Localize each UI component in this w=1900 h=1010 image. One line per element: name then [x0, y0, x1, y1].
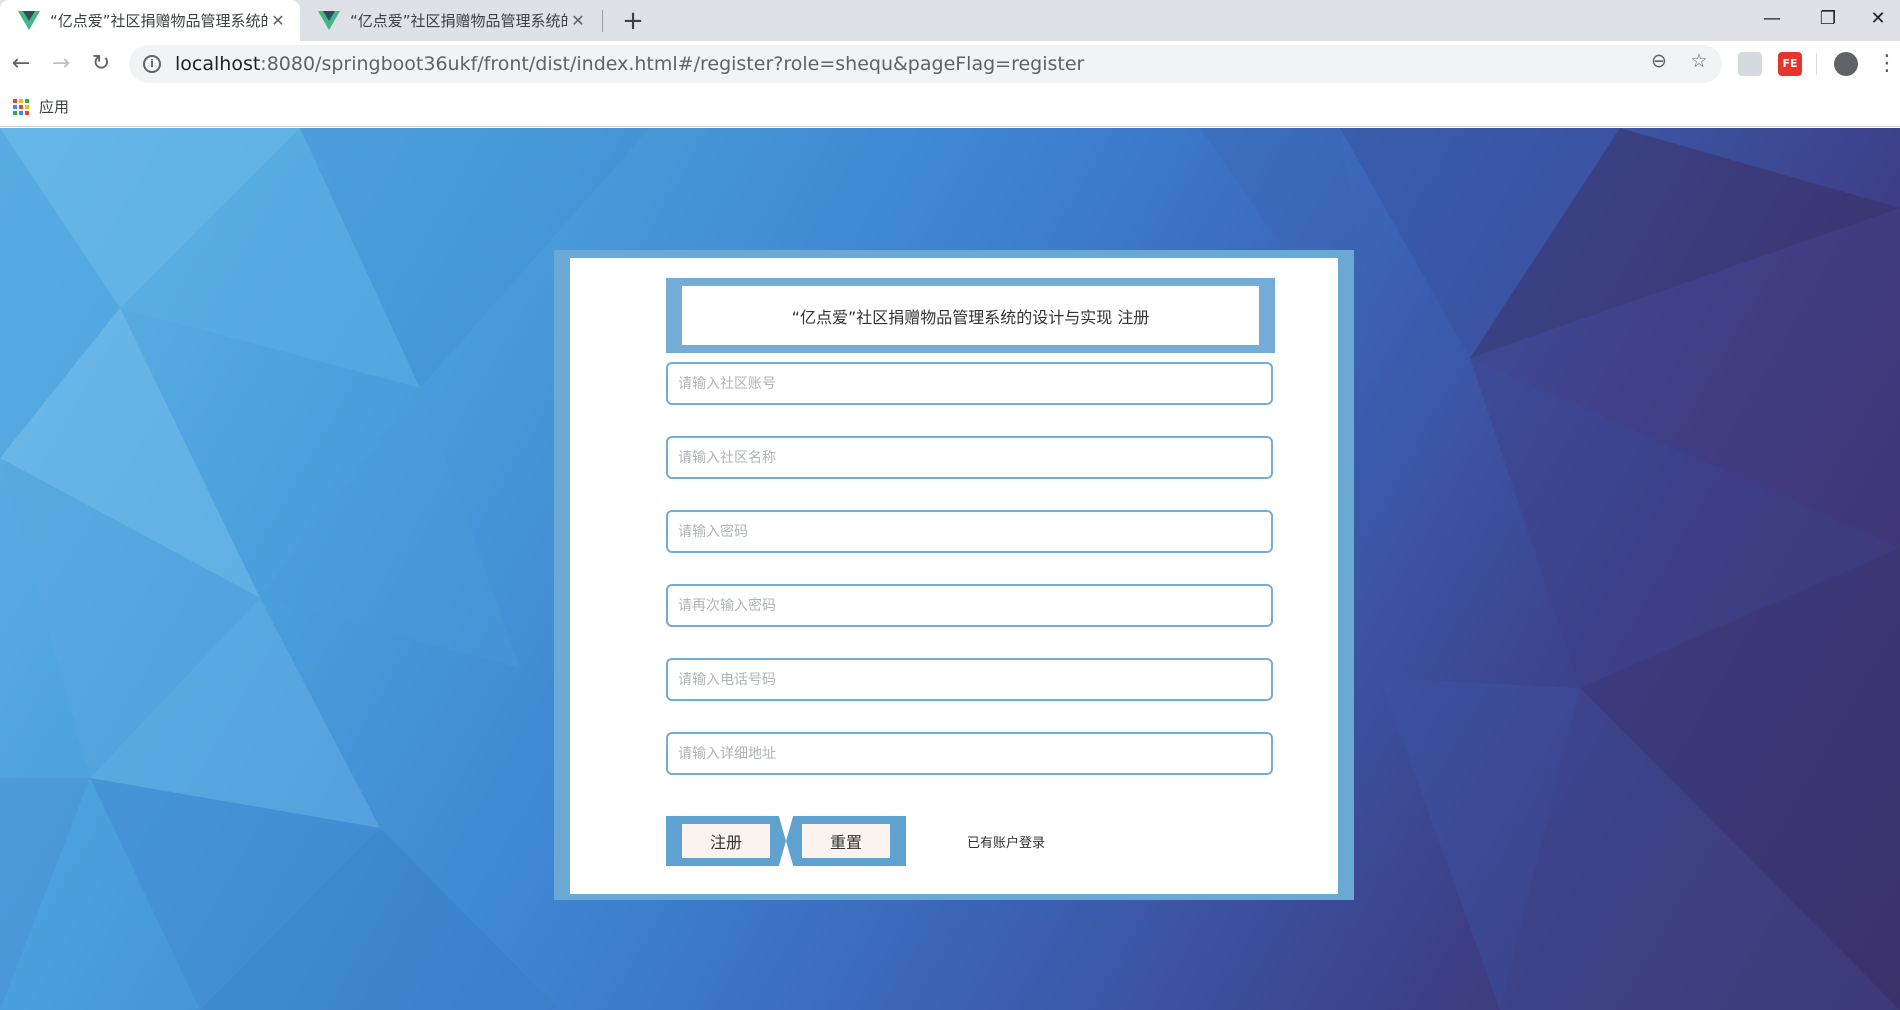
profile-avatar-icon[interactable]: [1834, 52, 1858, 76]
tab-title: “亿点爱”社区捐赠物品管理系统的: [50, 12, 268, 30]
window-close-icon[interactable]: ✕: [1856, 0, 1900, 41]
reset-button-label: 重置: [829, 833, 862, 852]
register-button[interactable]: 注册: [666, 816, 786, 866]
vue-logo-icon: [318, 10, 340, 30]
minimize-icon[interactable]: —: [1744, 0, 1800, 41]
tab-close-icon[interactable]: ✕: [268, 11, 288, 30]
apps-grid-icon: [13, 98, 29, 115]
register-card-body: “亿点爱”社区捐赠物品管理系统的设计与实现 注册 注册 重置 已有账户登录: [570, 258, 1338, 894]
browser-tab[interactable]: “亿点爱”社区捐赠物品管理系统的 ✕: [300, 0, 600, 41]
site-info-icon[interactable]: i: [143, 55, 161, 73]
address-input[interactable]: [666, 732, 1273, 775]
back-arrow-icon[interactable]: ←: [4, 47, 38, 81]
vue-logo-icon: [18, 10, 40, 30]
extension-icon[interactable]: [1738, 52, 1762, 76]
new-tab-icon[interactable]: +: [616, 4, 650, 38]
register-title: “亿点爱”社区捐赠物品管理系统的设计与实现 注册: [791, 307, 1150, 327]
browser-tab-strip: “亿点爱”社区捐赠物品管理系统的 ✕ “亿点爱”社区捐赠物品管理系统的 ✕ + …: [0, 0, 1900, 41]
browser-toolbar: ← → ↻ i localhost:8080/springboot36ukf/f…: [0, 41, 1900, 87]
register-button-label: 注册: [709, 833, 742, 852]
account-input[interactable]: [666, 362, 1273, 405]
url-text: localhost:8080/springboot36ukf/front/dis…: [175, 53, 1085, 75]
register-title-frame: “亿点爱”社区捐赠物品管理系统的设计与实现 注册: [666, 278, 1275, 353]
bookmarks-bar: 应用: [0, 87, 1900, 127]
tab-close-icon[interactable]: ✕: [568, 11, 588, 30]
community-name-input[interactable]: [666, 436, 1273, 479]
apps-label: 应用: [39, 98, 70, 116]
register-card: “亿点爱”社区捐赠物品管理系统的设计与实现 注册 注册 重置 已有账户登录: [554, 250, 1354, 900]
password-input[interactable]: [666, 510, 1273, 553]
apps-shortcut[interactable]: 应用: [13, 96, 69, 117]
login-link[interactable]: 已有账户登录: [967, 832, 1045, 851]
reload-icon[interactable]: ↻: [84, 47, 118, 81]
page-background: “亿点爱”社区捐赠物品管理系统的设计与实现 注册 注册 重置 已有账户登录: [0, 128, 1900, 1010]
browser-tab-active[interactable]: “亿点爱”社区捐赠物品管理系统的 ✕: [0, 0, 300, 41]
restore-icon[interactable]: ❐: [1800, 0, 1856, 41]
tab-title: “亿点爱”社区捐赠物品管理系统的: [350, 12, 568, 30]
feedback-extension-icon[interactable]: FE: [1778, 52, 1802, 76]
menu-dots-icon[interactable]: ⋮: [1876, 50, 1898, 78]
bookmark-star-icon[interactable]: ☆: [1688, 50, 1710, 72]
phone-input[interactable]: [666, 658, 1273, 701]
tab-divider: [602, 10, 603, 32]
toolbar-divider: [1816, 53, 1817, 75]
forward-arrow-icon[interactable]: →: [44, 47, 78, 81]
confirm-password-input[interactable]: [666, 584, 1273, 627]
zoom-icon[interactable]: ⊖: [1648, 50, 1670, 72]
reset-button[interactable]: 重置: [786, 816, 906, 866]
address-bar[interactable]: i localhost:8080/springboot36ukf/front/d…: [129, 45, 1722, 83]
